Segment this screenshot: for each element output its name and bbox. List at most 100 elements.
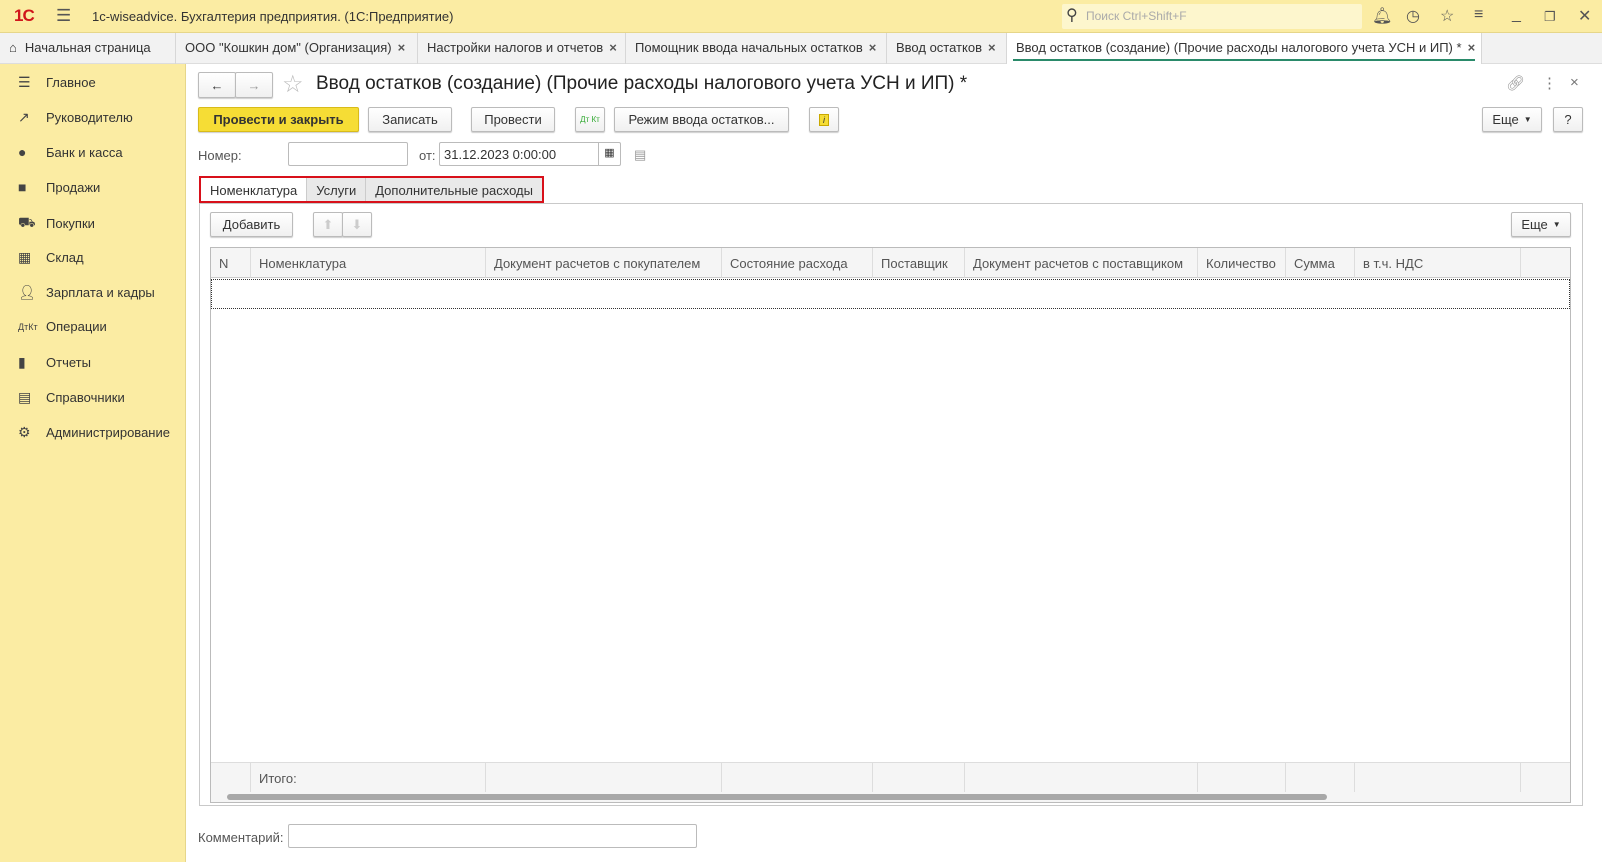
footer-cell — [486, 762, 722, 792]
save-button[interactable]: Записать — [368, 107, 452, 132]
date-field[interactable]: 31.12.2023 0:00:00 ▦ — [439, 142, 621, 166]
tab-label: ООО "Кошкин дом" (Организация) — [185, 40, 392, 55]
settings-menu-icon[interactable]: ≡ — [1474, 6, 1483, 24]
sidebar-label: Руководителю — [46, 110, 133, 125]
column-header[interactable]: Документ расчетов с покупателем — [486, 248, 722, 278]
sidebar-item-bank[interactable]: ● Банк и касса — [18, 144, 123, 160]
tab-home[interactable]: ⌂ Начальная страница — [0, 33, 176, 64]
minimize-icon[interactable]: _ — [1512, 6, 1521, 24]
back-button[interactable]: ← — [198, 72, 236, 98]
close-icon[interactable]: × — [1468, 40, 1476, 55]
date-value: 31.12.2023 0:00:00 — [444, 147, 557, 162]
sidebar-label: Покупки — [46, 216, 95, 231]
sidebar-item-admin[interactable]: ⚙ Администрирование — [18, 424, 170, 441]
close-icon[interactable]: × — [988, 40, 996, 55]
search-input[interactable]: ⚲ Поиск Ctrl+Shift+F — [1062, 4, 1362, 29]
person-icon: 👤︎ — [18, 284, 36, 300]
move-up-button[interactable]: ⬆ — [313, 212, 343, 237]
gear-icon: ⚙ — [18, 424, 31, 440]
more-button[interactable]: Еще ▼ — [1482, 107, 1542, 132]
sidebar-item-references[interactable]: ▤ Справочники — [18, 389, 125, 406]
coin-icon: ● — [18, 144, 27, 160]
tab-label: Начальная страница — [24, 40, 151, 55]
close-icon[interactable]: × — [869, 40, 877, 55]
comment-field[interactable] — [288, 824, 697, 848]
items-table[interactable]: N Номенклатура Документ расчетов с покуп… — [210, 247, 1571, 803]
sidebar-item-operations[interactable]: ДтКт Операции — [18, 319, 107, 334]
tab-opening-balances-assistant[interactable]: Помощник ввода начальных остатков × — [626, 33, 887, 64]
sidebar-item-purchases[interactable]: ⛟ Покупки — [18, 214, 95, 233]
sidebar-item-reports[interactable]: ▮ Отчеты — [18, 354, 91, 371]
trend-icon: ↗ — [18, 109, 30, 125]
tab-label: Ввод остатков — [896, 40, 982, 55]
tab-tax-settings[interactable]: Настройки налогов и отчетов × — [418, 33, 626, 64]
column-header[interactable]: Состояние расхода — [722, 248, 873, 278]
tab-additional-expenses[interactable]: Дополнительные расходы — [366, 178, 542, 201]
menu-icon[interactable]: ☰ — [56, 6, 71, 26]
close-form-icon[interactable]: × — [1570, 74, 1579, 91]
footer-cell — [1521, 762, 1570, 792]
footer-cell — [1355, 762, 1521, 792]
number-field[interactable] — [288, 142, 408, 166]
app-title: 1c-wiseadvice. Бухгалтерия предприятия. … — [92, 9, 454, 24]
column-header[interactable]: Номенклатура — [251, 248, 486, 278]
balance-mode-button[interactable]: Режим ввода остатков... — [614, 107, 789, 132]
sidebar-item-sales[interactable]: ■ Продажи — [18, 179, 100, 195]
sidebar-label: Склад — [46, 250, 84, 265]
close-icon[interactable]: × — [609, 40, 617, 55]
help-button[interactable]: ? — [1553, 107, 1583, 132]
sidebar: ☰ Главное ↗ Руководителю ● Банк и касса ■ Пр… — [0, 64, 186, 862]
sidebar-item-warehouse[interactable]: ▦ Склад — [18, 249, 84, 266]
chevron-down-icon: ▼ — [1552, 220, 1561, 229]
sidebar-item-salary[interactable]: 👤︎ Зарплата и кадры — [18, 284, 155, 301]
post-button[interactable]: Провести — [471, 107, 555, 132]
column-header[interactable]: N — [211, 248, 251, 278]
column-header[interactable]: в т.ч. НДС — [1355, 248, 1521, 278]
post-and-close-button[interactable]: Провести и закрыть — [198, 107, 359, 132]
column-header[interactable]: Документ расчетов с поставщиком — [965, 248, 1198, 278]
search-icon: ⚲ — [1066, 7, 1078, 24]
add-button[interactable]: Добавить — [210, 212, 293, 237]
sidebar-item-main[interactable]: ☰ Главное — [18, 74, 96, 91]
bell-icon[interactable]: 🔔︎ — [1372, 6, 1392, 26]
title-bar: 1С ☰ 1c-wiseadvice. Бухгалтерия предприя… — [0, 0, 1602, 33]
close-window-icon[interactable]: ✕ — [1578, 6, 1591, 26]
number-label: Номер: — [198, 148, 242, 163]
tab-organization[interactable]: ООО "Кошкин дом" (Организация) × — [176, 33, 418, 64]
tab-balances[interactable]: Ввод остатков × — [887, 33, 1007, 64]
home-icon: ⌂ — [9, 40, 17, 55]
chevron-down-icon: ▼ — [1523, 115, 1532, 124]
more-vert-icon[interactable]: ⋮ — [1542, 74, 1557, 92]
sidebar-label: Банк и касса — [46, 144, 123, 160]
close-icon[interactable]: × — [398, 40, 406, 55]
restore-icon[interactable]: ❐ — [1544, 9, 1556, 25]
column-header[interactable]: Поставщик — [873, 248, 965, 278]
horizontal-scrollbar[interactable] — [211, 792, 1570, 802]
move-down-button[interactable]: ⬇ — [342, 212, 372, 237]
sidebar-label: Главное — [46, 75, 96, 90]
tab-current-document[interactable]: Ввод остатков (создание) (Прочие расходы… — [1007, 33, 1482, 64]
column-header[interactable]: Количество — [1198, 248, 1286, 278]
tab-nomenclature[interactable]: Номенклатура — [201, 178, 308, 201]
scrollbar-thumb[interactable] — [227, 794, 1327, 800]
history-icon[interactable]: ◷ — [1406, 6, 1420, 26]
sidebar-label: Администрирование — [46, 425, 170, 440]
sidebar-item-manager[interactable]: ↗ Руководителю — [18, 109, 133, 126]
arrow-left-icon: ← — [210, 77, 224, 93]
footer-cell — [965, 762, 1198, 792]
link-icon[interactable]: 🔗︎ — [1506, 74, 1525, 92]
info-button[interactable]: i — [809, 107, 839, 132]
table-more-button[interactable]: Еще ▼ — [1511, 212, 1571, 237]
dtkt-button[interactable]: Дт Кт — [575, 107, 605, 132]
table-row[interactable] — [211, 279, 1570, 309]
sidebar-label: Зарплата и кадры — [46, 285, 155, 300]
favorite-star-icon[interactable]: ☆ — [282, 70, 304, 99]
column-header[interactable] — [1521, 248, 1570, 278]
sidebar-label: Справочники — [46, 390, 125, 405]
calendar-icon[interactable]: ▦ — [598, 143, 620, 165]
forward-button[interactable]: → — [235, 72, 273, 98]
tab-services[interactable]: Услуги — [307, 178, 367, 201]
star-icon[interactable]: ☆ — [1440, 6, 1454, 26]
history-list-icon[interactable]: ▤ — [634, 147, 646, 163]
column-header[interactable]: Сумма — [1286, 248, 1355, 278]
